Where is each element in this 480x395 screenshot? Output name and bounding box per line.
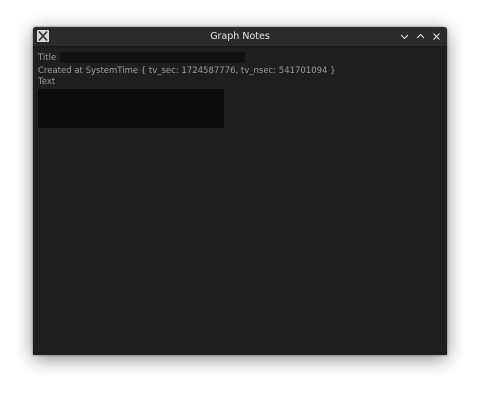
text-label: Text <box>38 77 56 87</box>
close-icon <box>433 33 440 40</box>
notes-form: Title Created at SystemTime { tv_sec: 17… <box>33 47 447 132</box>
title-label: Title <box>38 52 57 63</box>
title-input[interactable] <box>60 52 246 63</box>
text-input[interactable] <box>38 89 224 128</box>
title-row: Title <box>38 51 442 64</box>
close-button[interactable] <box>430 30 443 43</box>
chevron-down-icon <box>400 34 409 40</box>
minimize-button[interactable] <box>398 30 411 43</box>
created-timestamp: Created at SystemTime { tv_sec: 17245877… <box>38 66 336 76</box>
app-window: Graph Notes Title Created at SystemTime … <box>33 27 447 355</box>
title-bar[interactable]: Graph Notes <box>33 27 447 47</box>
chevron-up-icon <box>416 33 425 39</box>
maximize-button[interactable] <box>414 30 427 43</box>
window-title: Graph Notes <box>210 31 270 42</box>
